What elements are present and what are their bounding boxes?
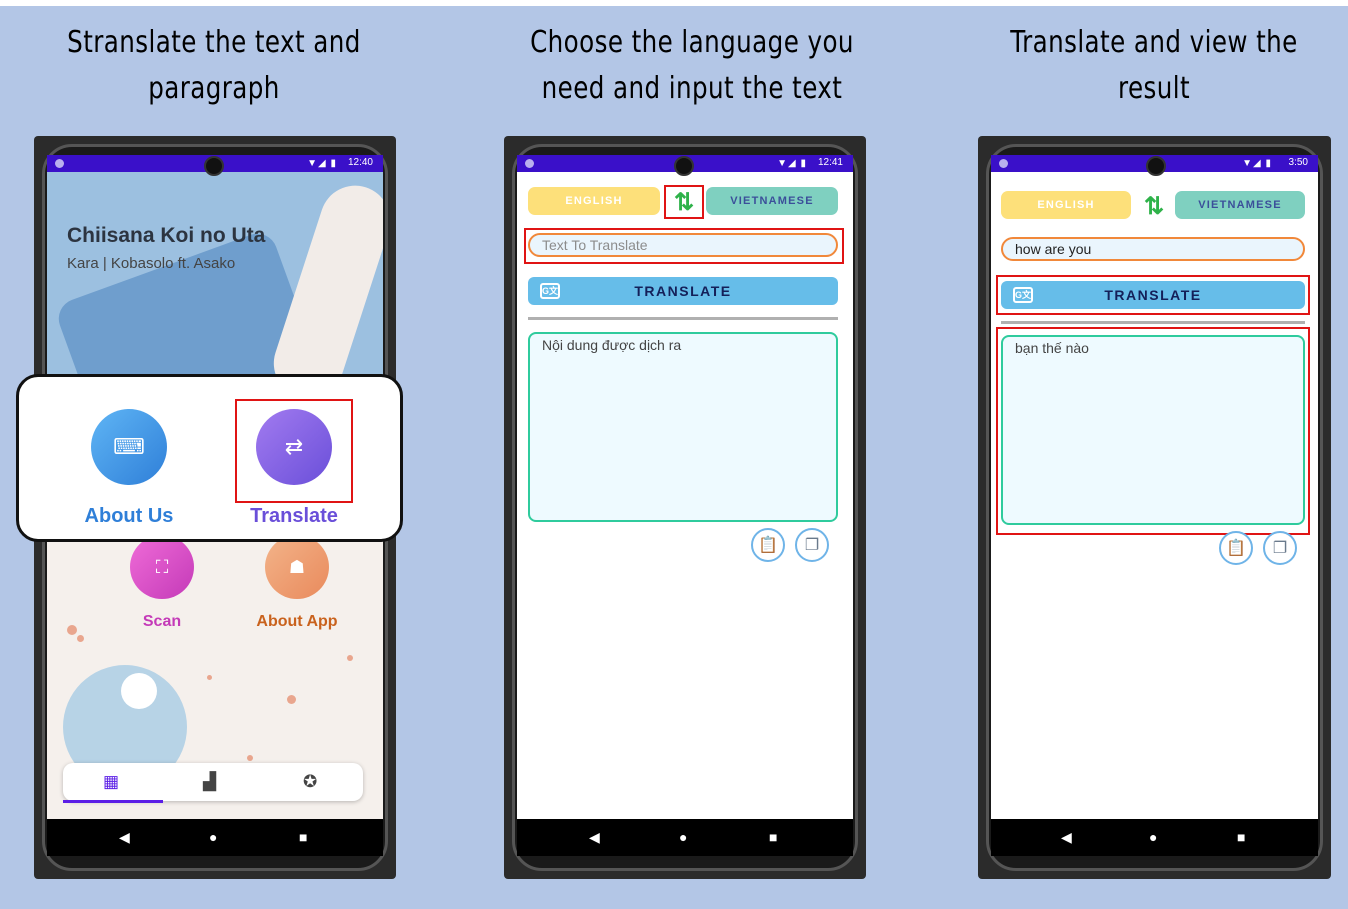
- recents-icon[interactable]: ■: [299, 829, 307, 845]
- highlight-box: [524, 228, 844, 264]
- step2-title: Choose the language you need and input t…: [530, 25, 854, 106]
- step1-title: Stranslate the text and paragraph: [67, 25, 361, 106]
- speck-decoration: [67, 625, 77, 635]
- bottom-navigation: ▦ ▟ ✪: [63, 763, 363, 803]
- translate-result-screen: ▼◢ ▮ 3:50 ENGLISH ⇅ VIETNAMESE how are y…: [991, 155, 1318, 819]
- phone-result-screen: ▼◢ ▮ 3:50 ENGLISH ⇅ VIETNAMESE how are y…: [978, 136, 1331, 879]
- status-time: 12:40: [347, 157, 373, 168]
- instruction-canvas: Stranslate the text and paragraph Choose…: [0, 6, 1348, 909]
- home-icon[interactable]: ●: [679, 829, 687, 845]
- menu-label-about-app: About App: [256, 613, 338, 630]
- target-language-button[interactable]: VIETNAMESE: [1175, 191, 1305, 219]
- back-icon[interactable]: ◀: [119, 829, 130, 846]
- android-icon: ☗: [265, 535, 329, 599]
- active-tab-indicator: [63, 800, 163, 803]
- recents-icon[interactable]: ■: [1237, 829, 1245, 845]
- menu-item-scan[interactable]: ⛶ Scan: [107, 535, 217, 631]
- paste-icon[interactable]: 📋: [1219, 531, 1253, 565]
- menu-item-about-us[interactable]: ⌨ About Us: [69, 409, 189, 528]
- translation-result-box[interactable]: Nội dung được dịch ra: [528, 332, 838, 522]
- home-icon[interactable]: ●: [1149, 829, 1157, 845]
- status-time: 12:41: [817, 157, 843, 168]
- notification-dot-icon: [525, 159, 534, 168]
- android-nav-bar: ◀ ● ■: [47, 819, 383, 856]
- front-camera: [674, 156, 694, 176]
- source-language-button[interactable]: ENGLISH: [528, 187, 660, 215]
- circle-decoration: [121, 673, 157, 709]
- source-language-button[interactable]: ENGLISH: [1001, 191, 1131, 219]
- front-camera: [1146, 156, 1166, 176]
- status-time: 3:50: [1288, 157, 1308, 168]
- song-title: Chiisana Koi no Uta: [67, 224, 266, 247]
- signal-battery-icon: ▼◢ ▮: [1242, 158, 1272, 169]
- divider: [1001, 321, 1305, 324]
- signal-battery-icon: ▼◢ ▮: [307, 158, 337, 169]
- highlight-box: [996, 327, 1310, 535]
- translate-screen: ▼◢ ▮ 12:41 ENGLISH ⇅ VIETNAMESE Text To …: [517, 155, 853, 819]
- speck-decoration: [287, 695, 296, 704]
- notification-dot-icon: [55, 159, 64, 168]
- paste-icon[interactable]: 📋: [751, 528, 785, 562]
- step3-title: Translate and view the result: [1010, 25, 1298, 106]
- calendar-icon[interactable]: ▦: [103, 772, 119, 792]
- speck-decoration: [347, 655, 353, 661]
- android-nav-bar: ◀ ● ■: [991, 819, 1318, 856]
- menu-label-translate: Translate: [250, 505, 338, 527]
- front-camera: [204, 156, 224, 176]
- recents-icon[interactable]: ■: [769, 829, 777, 845]
- speck-decoration: [77, 635, 84, 642]
- highlight-box: [235, 399, 353, 503]
- phone-language-screen: ▼◢ ▮ 12:41 ENGLISH ⇅ VIETNAMESE Text To …: [504, 136, 866, 879]
- translate-button-label: TRANSLATE: [634, 283, 732, 299]
- award-icon[interactable]: ✪: [303, 772, 317, 792]
- swap-languages-icon[interactable]: ⇅: [1139, 191, 1169, 221]
- home-icon[interactable]: ●: [209, 829, 217, 845]
- notification-dot-icon: [999, 159, 1008, 168]
- song-subtitle: Kara | Kobasolo ft. Asako: [67, 255, 236, 272]
- signal-battery-icon: ▼◢ ▮: [777, 158, 807, 169]
- chart-icon[interactable]: ▟: [203, 772, 216, 792]
- target-language-button[interactable]: VIETNAMESE: [706, 187, 838, 215]
- copy-icon[interactable]: ❐: [795, 528, 829, 562]
- laptop-code-icon: ⌨: [91, 409, 167, 485]
- text-to-translate-input[interactable]: how are you: [1001, 237, 1305, 261]
- menu-label-about-us: About Us: [84, 505, 174, 527]
- android-nav-bar: ◀ ● ■: [517, 819, 853, 856]
- back-icon[interactable]: ◀: [1061, 829, 1072, 846]
- copy-icon[interactable]: ❐: [1263, 531, 1297, 565]
- highlight-box: [664, 185, 704, 219]
- speck-decoration: [207, 675, 212, 680]
- scan-icon: ⛶: [130, 535, 194, 599]
- menu-label-scan: Scan: [142, 613, 182, 630]
- google-translate-icon: G文: [540, 283, 560, 299]
- speck-decoration: [247, 755, 253, 761]
- back-icon[interactable]: ◀: [589, 829, 600, 846]
- translate-button[interactable]: G文 TRANSLATE: [528, 277, 838, 305]
- highlight-box: [996, 275, 1310, 315]
- menu-item-about-app[interactable]: ☗ About App: [237, 535, 357, 631]
- divider: [528, 317, 838, 320]
- menu-zoom-callout: ⌨ About Us ⇄ Translate: [16, 374, 403, 542]
